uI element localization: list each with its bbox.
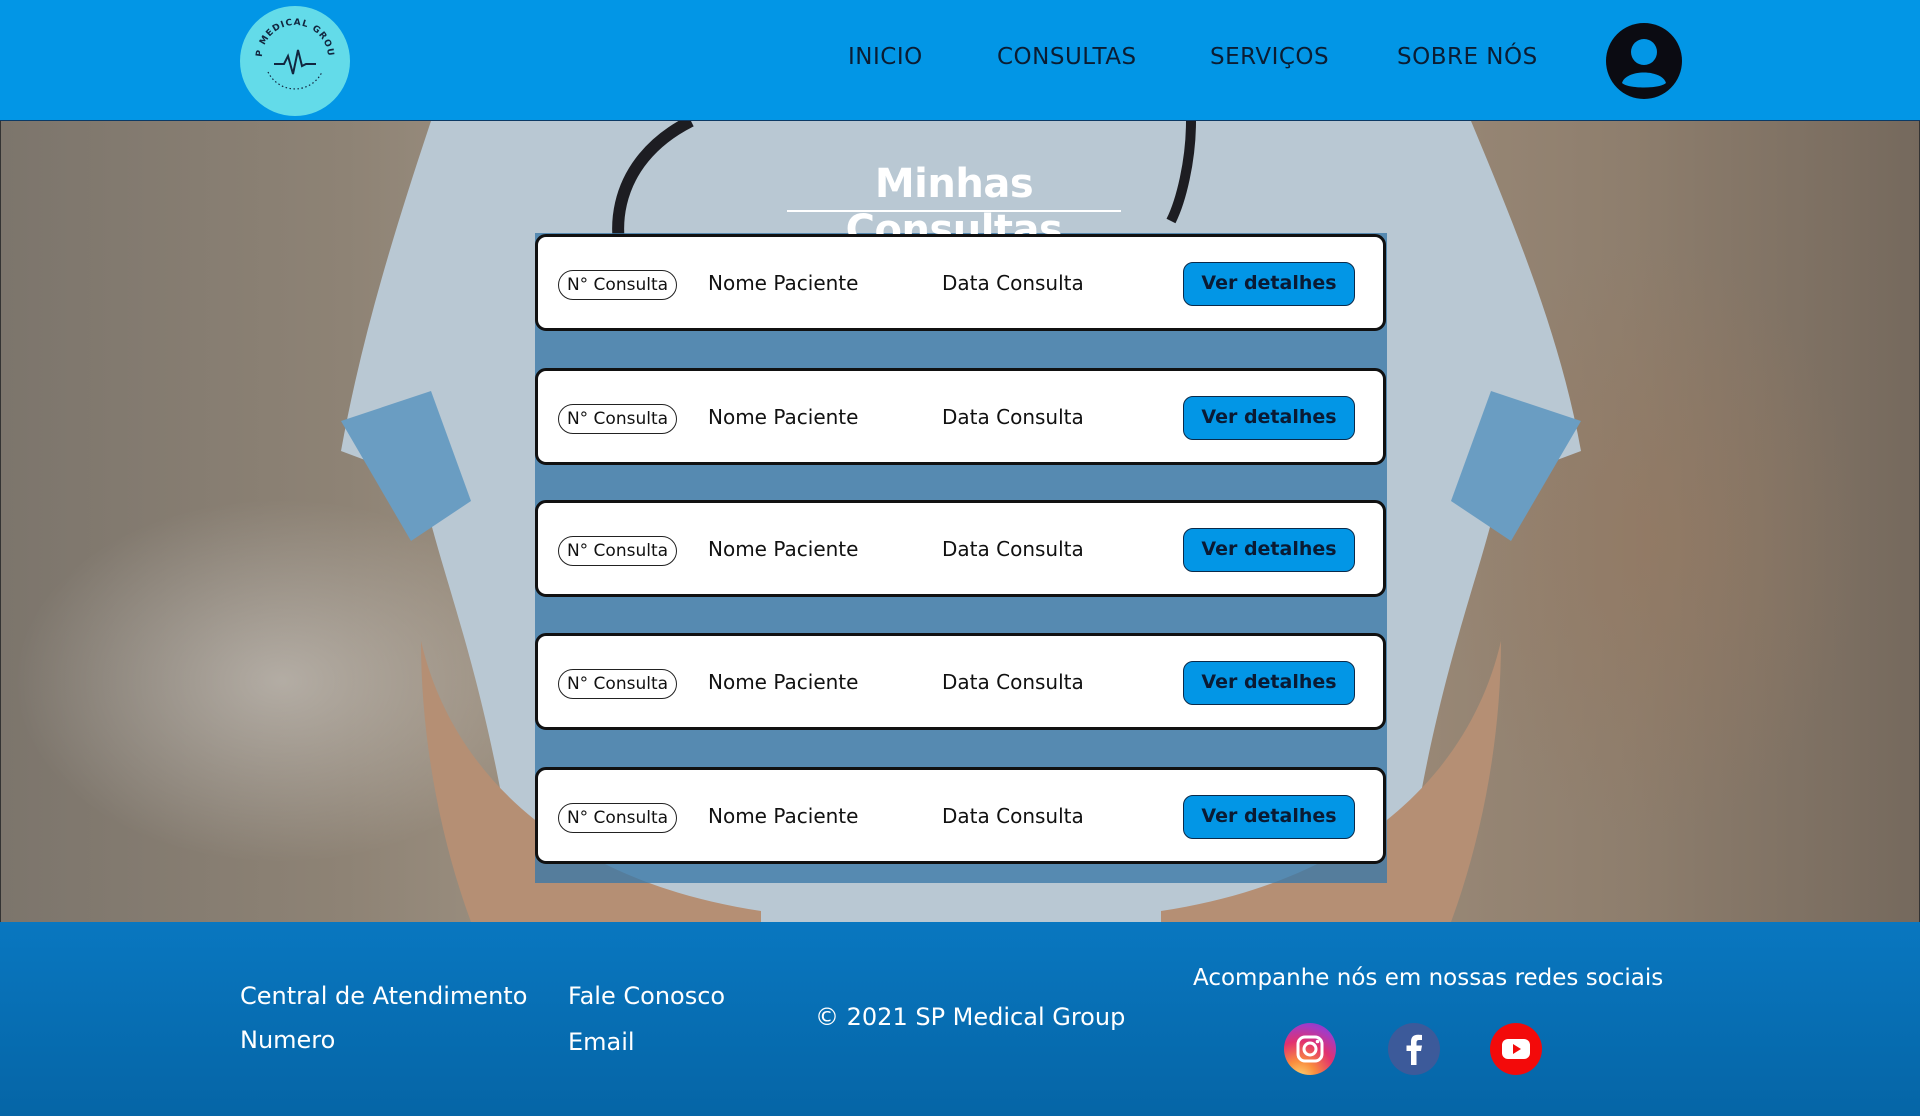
- copyright-text: © 2021 SP Medical Group: [815, 1003, 1126, 1031]
- consulta-row: N° Consulta Nome Paciente Data Consulta …: [535, 234, 1386, 331]
- consulta-date: Data Consulta: [942, 804, 1084, 828]
- consulta-number-badge: N° Consulta: [558, 270, 677, 300]
- nav-servicos[interactable]: SERVIÇOS: [1210, 44, 1329, 70]
- consulta-row: N° Consulta Nome Paciente Data Consulta …: [535, 368, 1386, 465]
- fale-conosco-link[interactable]: Fale Conosco: [568, 982, 725, 1010]
- ver-detalhes-button[interactable]: Ver detalhes: [1183, 795, 1355, 839]
- patient-name: Nome Paciente: [708, 537, 859, 561]
- top-navbar: SP MEDICAL GROUP INICIO CONSULTAS SERVIÇ…: [0, 0, 1920, 121]
- patient-name: Nome Paciente: [708, 271, 859, 295]
- logo-text: SP MEDICAL GROUP: [240, 6, 334, 57]
- consulta-date: Data Consulta: [942, 405, 1084, 429]
- ver-detalhes-button[interactable]: Ver detalhes: [1183, 661, 1355, 705]
- nav-consultas[interactable]: CONSULTAS: [997, 44, 1137, 70]
- consulta-row: N° Consulta Nome Paciente Data Consulta …: [535, 500, 1386, 597]
- patient-name: Nome Paciente: [708, 405, 859, 429]
- consulta-number-badge: N° Consulta: [558, 536, 677, 566]
- numero-label: Numero: [240, 1026, 336, 1054]
- svg-text:SP MEDICAL GROUP: SP MEDICAL GROUP: [240, 6, 335, 57]
- facebook-icon[interactable]: [1388, 1023, 1440, 1075]
- nav-sobre-nos[interactable]: SOBRE NÓS: [1397, 44, 1538, 70]
- footer: Central de Atendimento Numero Fale Conos…: [0, 922, 1920, 1116]
- user-circle-icon[interactable]: [1606, 23, 1682, 99]
- consulta-row: N° Consulta Nome Paciente Data Consulta …: [535, 767, 1386, 864]
- consulta-date: Data Consulta: [942, 537, 1084, 561]
- patient-name: Nome Paciente: [708, 804, 859, 828]
- youtube-icon[interactable]: [1490, 1023, 1542, 1075]
- ver-detalhes-button[interactable]: Ver detalhes: [1183, 528, 1355, 572]
- nav-inicio[interactable]: INICIO: [848, 44, 923, 70]
- sp-medical-logo[interactable]: SP MEDICAL GROUP: [240, 6, 350, 116]
- instagram-icon[interactable]: [1284, 1023, 1336, 1075]
- ver-detalhes-button[interactable]: Ver detalhes: [1183, 262, 1355, 306]
- consulta-row: N° Consulta Nome Paciente Data Consulta …: [535, 633, 1386, 730]
- logo-graphic: SP MEDICAL GROUP: [240, 6, 335, 90]
- background-photo: Minhas Consultas N° Consulta Nome Pacien…: [0, 121, 1920, 922]
- central-atendimento-label: Central de Atendimento: [240, 982, 528, 1010]
- consulta-number-badge: N° Consulta: [558, 404, 677, 434]
- social-title: Acompanhe nós em nossas redes sociais: [1193, 965, 1664, 991]
- title-underline: [787, 210, 1121, 212]
- ver-detalhes-button[interactable]: Ver detalhes: [1183, 396, 1355, 440]
- consulta-date: Data Consulta: [942, 271, 1084, 295]
- consulta-date: Data Consulta: [942, 670, 1084, 694]
- consulta-number-badge: N° Consulta: [558, 803, 677, 833]
- email-link[interactable]: Email: [568, 1028, 635, 1056]
- patient-name: Nome Paciente: [708, 670, 859, 694]
- consulta-number-badge: N° Consulta: [558, 669, 677, 699]
